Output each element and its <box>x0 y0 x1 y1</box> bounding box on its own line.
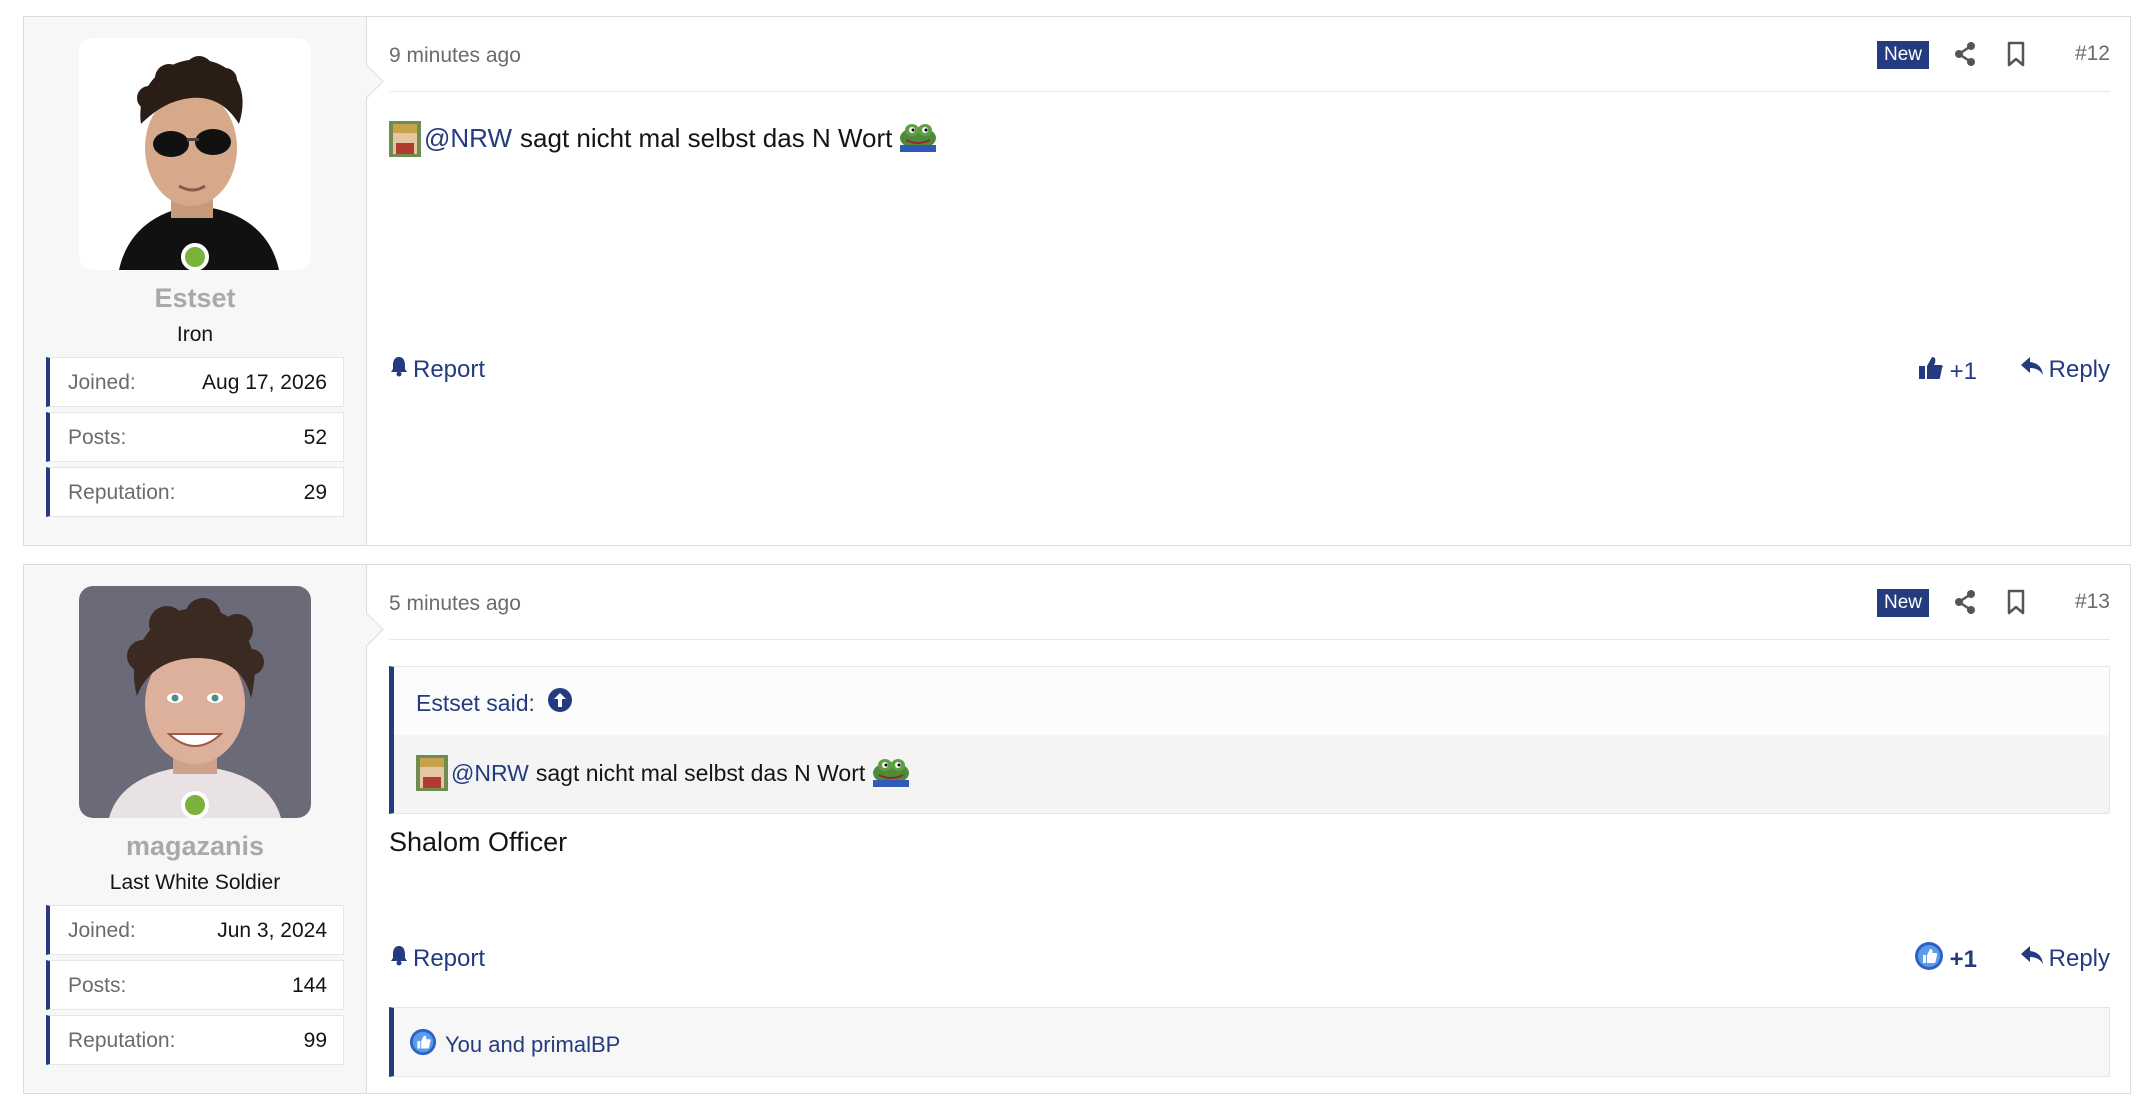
quote-body: @NRW sagt nicht mal selbst das N Wort <box>394 735 2109 813</box>
stat-value: Aug 17, 2026 <box>202 371 327 394</box>
report-button[interactable]: Report <box>389 944 485 973</box>
stat-value: Jun 3, 2024 <box>217 919 327 942</box>
post-time[interactable]: 5 minutes ago <box>389 592 521 616</box>
new-badge: New <box>1876 41 1929 69</box>
user-title: Last White Soldier <box>109 871 281 894</box>
likes-summary-bar: You and primalBP <box>389 1007 2110 1077</box>
user-info-panel: Estset Iron Joined: Aug 17, 2026 Posts: … <box>24 17 367 545</box>
mention-avatar <box>389 120 421 157</box>
stat-label: Posts: <box>68 426 127 449</box>
avatar[interactable] <box>79 586 311 818</box>
pepe-emoji-icon <box>871 753 911 793</box>
quote-author: Estset said: <box>416 689 535 716</box>
like-count: +1 <box>1949 945 1977 973</box>
post-number[interactable]: #12 <box>2075 42 2110 66</box>
reply-label: Reply <box>2048 944 2110 972</box>
quote-block: Estset said: @NRW sagt nicht mal selbst … <box>389 666 2110 814</box>
header-divider <box>389 639 2110 640</box>
stat-value: 99 <box>303 1029 327 1052</box>
user-title: Iron <box>176 323 214 346</box>
report-button[interactable]: Report <box>389 355 485 384</box>
reply-arrow-icon <box>2020 944 2044 973</box>
pepe-emoji-icon <box>898 118 938 159</box>
stat-label: Joined: <box>68 371 136 394</box>
quote-text: sagt nicht mal selbst das N Wort <box>535 759 866 786</box>
stat-value: 29 <box>303 481 327 504</box>
post: magazanis Last White Soldier Joined: Jun… <box>23 564 2131 1094</box>
like-reaction-icon <box>1914 941 1944 978</box>
bookmark-icon[interactable] <box>2006 589 2026 620</box>
stat-label: Reputation: <box>68 1029 176 1052</box>
reply-button[interactable]: Reply <box>2020 355 2110 384</box>
header-divider <box>389 91 2110 92</box>
like-reaction-icon <box>409 1028 437 1062</box>
reply-label: Reply <box>2048 355 2110 383</box>
stat-joined: Joined: Jun 3, 2024 <box>46 905 344 955</box>
arrow-up-circle-icon[interactable] <box>547 687 573 719</box>
online-status-indicator <box>181 791 209 819</box>
report-label: Report <box>413 355 486 383</box>
username[interactable]: magazanis <box>24 831 366 862</box>
stat-joined: Joined: Aug 17, 2026 <box>46 357 344 407</box>
share-icon[interactable] <box>1953 589 1977 620</box>
post-number[interactable]: #13 <box>2075 590 2110 614</box>
bookmark-icon[interactable] <box>2006 41 2026 72</box>
stat-posts: Posts: 52 <box>46 412 344 462</box>
stat-reputation: Reputation: 99 <box>46 1015 344 1065</box>
online-status-indicator <box>181 243 209 271</box>
mention-avatar <box>416 755 448 791</box>
likes-summary-text: You and primalBP <box>445 1032 621 1057</box>
user-mention-link[interactable]: @NRW <box>451 760 529 787</box>
post-main: 9 minutes ago New #12 @NRW sagt nicht ma… <box>367 17 2130 545</box>
bell-icon <box>389 355 409 384</box>
post-text: Shalom Officer <box>389 827 568 857</box>
stat-posts: Posts: 144 <box>46 960 344 1010</box>
report-label: Report <box>413 944 486 972</box>
bell-icon <box>389 944 409 973</box>
stat-value: 52 <box>303 426 327 449</box>
username[interactable]: Estset <box>24 283 366 314</box>
quote-header[interactable]: Estset said: <box>416 687 573 719</box>
avatar[interactable] <box>79 38 311 270</box>
stat-label: Posts: <box>68 974 127 997</box>
post-time[interactable]: 9 minutes ago <box>389 44 521 68</box>
reply-button[interactable]: Reply <box>2020 944 2110 973</box>
thumbs-up-icon <box>1918 355 1944 388</box>
reply-arrow-icon <box>2020 355 2044 384</box>
post-body: @NRW sagt nicht mal selbst das N Wort <box>389 118 938 159</box>
user-mention-link[interactable]: @NRW <box>424 123 512 154</box>
share-icon[interactable] <box>1953 41 1977 72</box>
stat-reputation: Reputation: 29 <box>46 467 344 517</box>
like-count: +1 <box>1949 357 1977 385</box>
stat-label: Joined: <box>68 919 136 942</box>
new-badge: New <box>1876 589 1929 617</box>
user-info-panel: magazanis Last White Soldier Joined: Jun… <box>24 565 367 1093</box>
quote-content: @NRW sagt nicht mal selbst das N Wort <box>416 753 911 793</box>
stat-label: Reputation: <box>68 481 176 504</box>
stat-value: 144 <box>291 974 327 997</box>
like-button[interactable]: +1 <box>1914 941 1977 978</box>
post-main: 5 minutes ago New #13 Estset said: @NRW … <box>367 565 2130 1093</box>
like-button[interactable]: +1 <box>1918 355 1977 388</box>
post: Estset Iron Joined: Aug 17, 2026 Posts: … <box>23 16 2131 546</box>
likes-summary[interactable]: You and primalBP <box>409 1028 620 1062</box>
post-text: sagt nicht mal selbst das N Wort <box>520 123 893 153</box>
